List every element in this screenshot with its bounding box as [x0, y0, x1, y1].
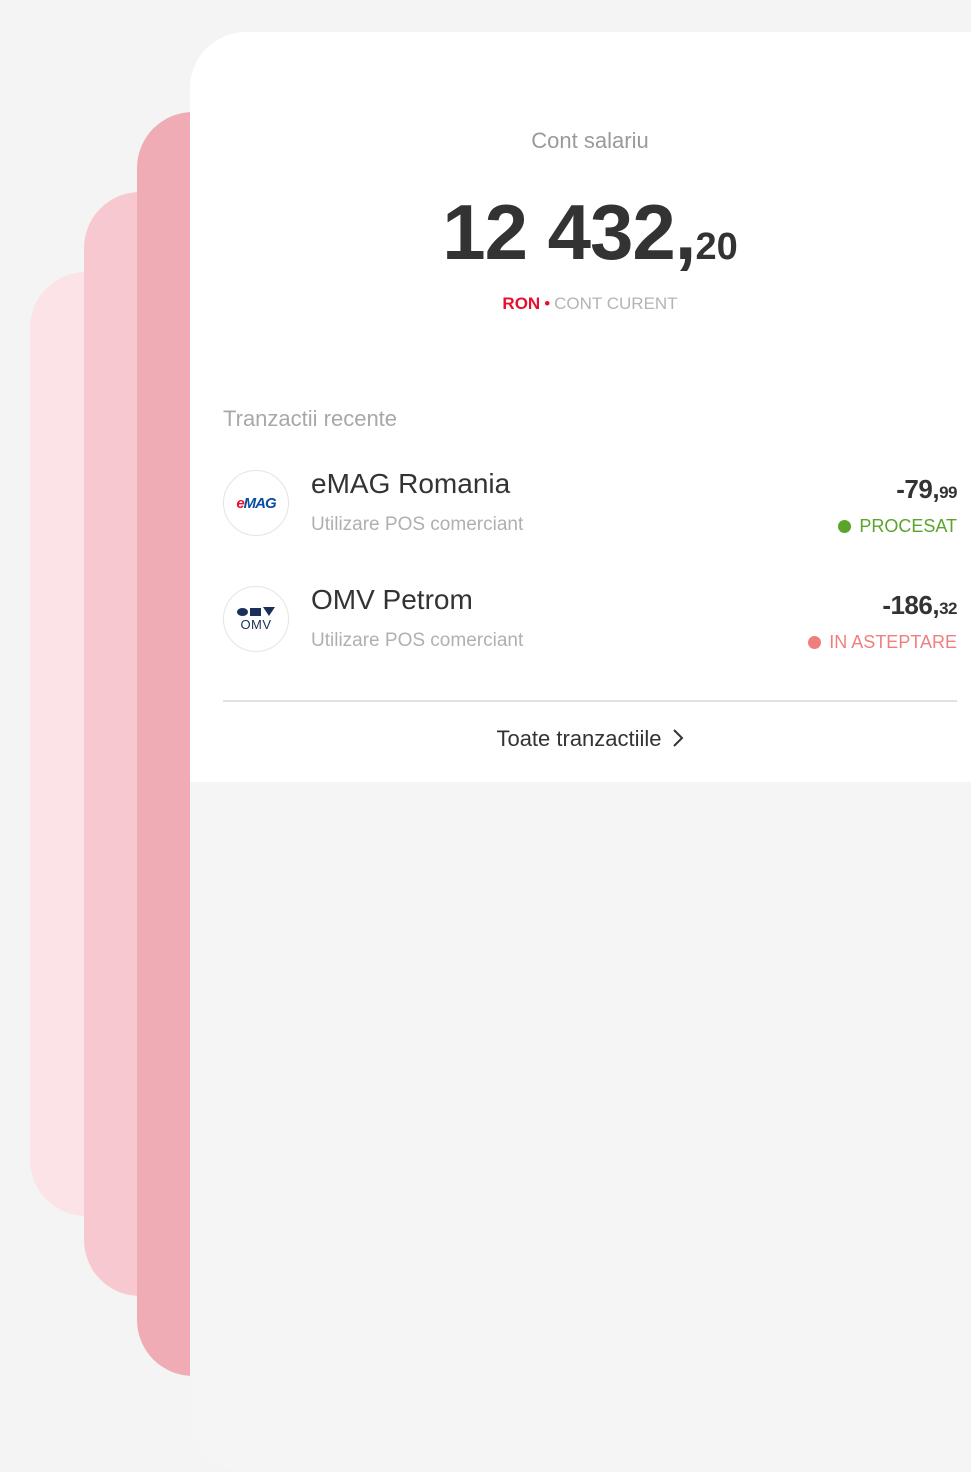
emag-logo-text: eMAG	[236, 494, 276, 512]
recent-transactions-title: Tranzactii recente	[223, 406, 398, 431]
account-content: Cont salariu 12 432,20 RON • CONT CURENT T…	[223, 32, 957, 782]
transaction-amount: -79,99	[896, 474, 957, 505]
chevron-right-icon	[672, 728, 684, 754]
account-panel: Cont salariu 12 432,20 RON • CONT CURENT T…	[190, 32, 971, 782]
all-transactions-label: Toate tranzactiile	[496, 726, 662, 751]
omv-logo: OMV	[223, 586, 289, 652]
emag-logo: eMAG	[223, 470, 289, 536]
transaction-description: Utilizare POS comerciant	[311, 630, 524, 651]
transaction-description: Utilizare POS comerciant	[311, 514, 524, 535]
balance-decimals: 20	[695, 226, 738, 268]
transaction-merchant: eMAG Romania	[311, 468, 511, 499]
all-transactions-link[interactable]: Toate tranzactiile	[223, 726, 957, 754]
transaction-row[interactable]: OMV OMV Petrom Utilizare POS comerciant …	[223, 582, 957, 662]
balance-integer: 12 432,	[442, 188, 696, 276]
transaction-amount: -186,32	[882, 590, 957, 621]
transaction-amount-integer: -79,	[896, 474, 940, 504]
transaction-amount-integer: -186,	[882, 590, 940, 620]
omv-logo-mark	[237, 607, 275, 616]
omv-logo-text: OMV	[240, 617, 272, 632]
transaction-row[interactable]: eMAG eMAG Romania Utilizare POS comercia…	[223, 466, 957, 546]
phone-screen: Cont salariu 12 432,20 RON • CONT CURENT T…	[190, 32, 971, 1472]
transaction-status: IN ASTEPTARE	[808, 632, 957, 653]
account-balance: 12 432,20	[223, 192, 957, 295]
transaction-merchant: OMV Petrom	[311, 584, 473, 615]
transaction-status: PROCESAT	[838, 516, 957, 537]
divider	[223, 700, 957, 702]
transaction-amount-decimals: 99	[939, 483, 957, 502]
account-name: Cont salariu	[531, 128, 649, 153]
status-dot-icon	[838, 520, 852, 533]
separator-dot: •	[544, 294, 551, 313]
currency-code: RON	[502, 294, 541, 313]
transaction-status-label: PROCESAT	[859, 516, 957, 536]
status-dot-icon	[808, 636, 822, 649]
transaction-status-label: IN ASTEPTARE	[829, 632, 957, 652]
account-type: CONT CURENT	[554, 294, 678, 313]
currency-line: RON • CONT CURENT	[223, 294, 957, 314]
transaction-amount-decimals: 32	[939, 599, 957, 618]
